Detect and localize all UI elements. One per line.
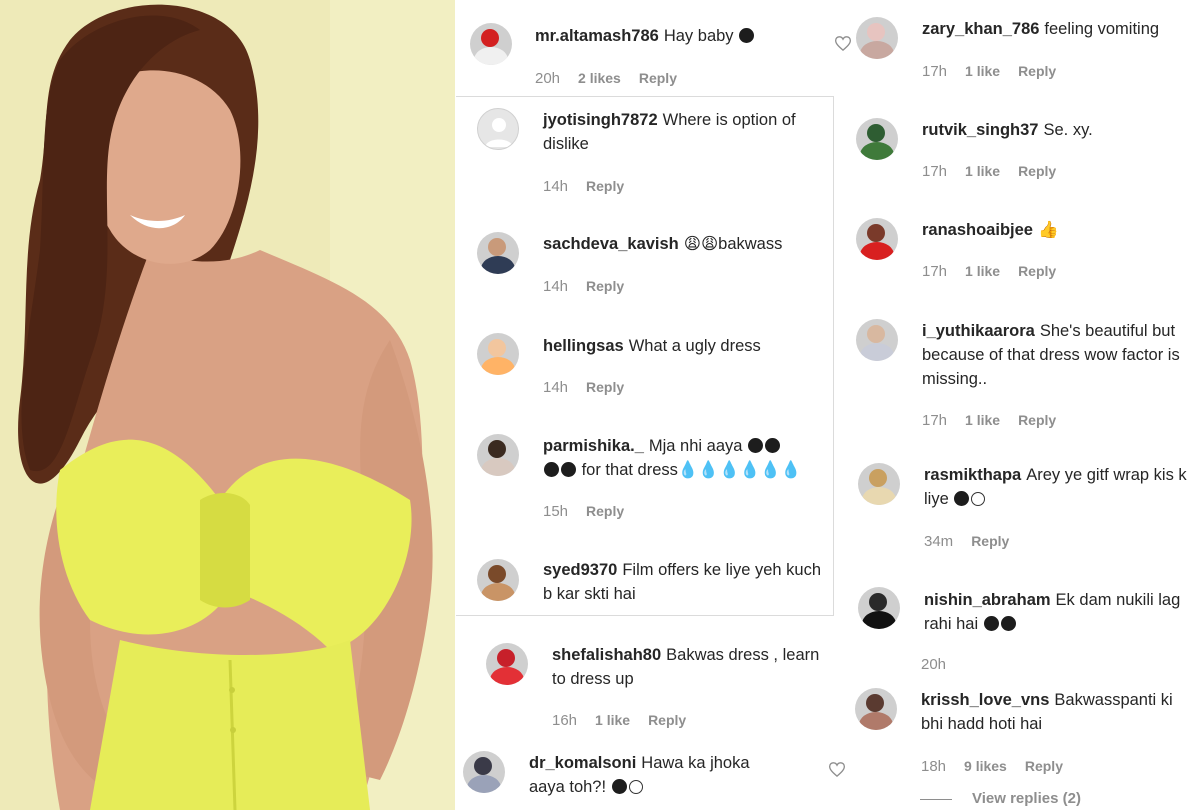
comment-username[interactable]: rutvik_singh37: [922, 121, 1038, 139]
avatar[interactable]: [463, 751, 505, 793]
comment-time: 14h: [543, 379, 569, 396]
emoji-icon: [611, 779, 627, 794]
comment-time: 16h: [552, 712, 578, 729]
emoji-icon: [765, 438, 781, 453]
comment-username[interactable]: nishin_abraham: [924, 591, 1051, 609]
comment-likes[interactable]: 1 like: [595, 712, 630, 728]
view-replies-line: [920, 798, 952, 800]
avatar[interactable]: [470, 23, 512, 65]
avatar[interactable]: [858, 463, 900, 505]
post-photo: [0, 0, 455, 810]
comment-time: 17h: [922, 63, 948, 80]
comment-username[interactable]: krissh_love_vns: [921, 691, 1049, 709]
comment-time: 17h: [922, 263, 948, 280]
reply-button[interactable]: Reply: [586, 503, 624, 519]
avatar[interactable]: [477, 333, 519, 375]
comment-text: Hay baby: [663, 27, 734, 45]
avatar[interactable]: [856, 319, 898, 361]
emoji-icon: [748, 438, 764, 453]
comment-text: 😩😩bakwass: [683, 235, 783, 253]
reply-button[interactable]: Reply: [1018, 163, 1056, 179]
comment-username[interactable]: hellingsas: [543, 337, 624, 355]
reply-button[interactable]: Reply: [639, 70, 677, 86]
comment-username[interactable]: ranashoaibjee: [922, 221, 1033, 239]
comment-time: 14h: [543, 178, 569, 195]
comment-text-cont: for that dress💧💧💧💧💧💧: [581, 461, 802, 479]
emoji-icon: [954, 491, 970, 506]
reply-button[interactable]: Reply: [1018, 263, 1056, 279]
emoji-icon: [739, 28, 755, 43]
view-replies-button[interactable]: View replies (2): [920, 790, 1081, 807]
reply-button[interactable]: Reply: [1025, 758, 1063, 774]
reply-button[interactable]: Reply: [1018, 63, 1056, 79]
comment-username[interactable]: rasmikthapa: [924, 466, 1021, 484]
comment-likes[interactable]: 1 like: [965, 63, 1000, 79]
comment-text: feeling vomiting: [1044, 20, 1160, 38]
avatar[interactable]: [486, 643, 528, 685]
comment-time: 15h: [543, 503, 569, 520]
comment-likes[interactable]: 2 likes: [578, 70, 621, 86]
reply-button[interactable]: Reply: [648, 712, 686, 728]
comment-likes[interactable]: 1 like: [965, 412, 1000, 428]
divider: [456, 96, 834, 97]
emoji-icon: [544, 462, 559, 477]
comment-likes[interactable]: 9 likes: [964, 758, 1007, 774]
comment-time: 17h: [922, 163, 948, 180]
comment-time: 17h: [922, 412, 948, 429]
emoji-icon: [561, 462, 576, 477]
comment-username[interactable]: sachdeva_kavish: [543, 235, 679, 253]
comment-time: 20h: [921, 656, 947, 673]
reply-button[interactable]: Reply: [586, 278, 624, 294]
comment-username[interactable]: shefalishah80: [552, 646, 661, 664]
comment-text: Mja nhi aaya: [648, 437, 743, 455]
comment-username[interactable]: i_yuthikaarora: [922, 322, 1035, 340]
avatar[interactable]: [856, 17, 898, 59]
heart-icon[interactable]: [835, 36, 851, 51]
comment-time: 14h: [543, 278, 569, 295]
comment-username[interactable]: jyotisingh7872: [543, 111, 658, 129]
comment-username[interactable]: dr_komalsoni: [529, 754, 636, 772]
emoji-icon: [983, 616, 999, 631]
comment-time: 20h: [535, 70, 561, 87]
avatar[interactable]: [477, 434, 519, 476]
divider: [833, 96, 834, 616]
avatar-placeholder[interactable]: [477, 108, 519, 150]
comment-text: Se. xy.: [1043, 121, 1093, 139]
avatar[interactable]: [858, 587, 900, 629]
divider: [456, 615, 834, 616]
comment-username[interactable]: syed9370: [543, 561, 617, 579]
avatar[interactable]: [477, 559, 519, 601]
avatar[interactable]: [856, 118, 898, 160]
emoji-icon: [1000, 616, 1016, 631]
comment-text: What a ugly dress: [628, 337, 761, 355]
view-replies-label: View replies (2): [972, 790, 1081, 807]
emoji-icon: [971, 492, 986, 506]
avatar[interactable]: [477, 232, 519, 274]
avatar[interactable]: [856, 218, 898, 260]
comment-username[interactable]: parmishika._: [543, 437, 644, 455]
comment-username[interactable]: mr.altamash786: [535, 27, 659, 45]
comment-text: 👍: [1037, 221, 1059, 239]
comment-likes[interactable]: 1 like: [965, 263, 1000, 279]
reply-button[interactable]: Reply: [971, 533, 1009, 549]
comment-time: 18h: [921, 758, 947, 775]
reply-button[interactable]: Reply: [1018, 412, 1056, 428]
emoji-icon: [628, 780, 643, 794]
comment-likes[interactable]: 1 like: [965, 163, 1000, 179]
heart-icon[interactable]: [829, 762, 845, 777]
avatar[interactable]: [855, 688, 897, 730]
comment-time: 34m: [924, 533, 954, 550]
reply-button[interactable]: Reply: [586, 178, 624, 194]
comment-username[interactable]: zary_khan_786: [922, 20, 1039, 38]
reply-button[interactable]: Reply: [586, 379, 624, 395]
